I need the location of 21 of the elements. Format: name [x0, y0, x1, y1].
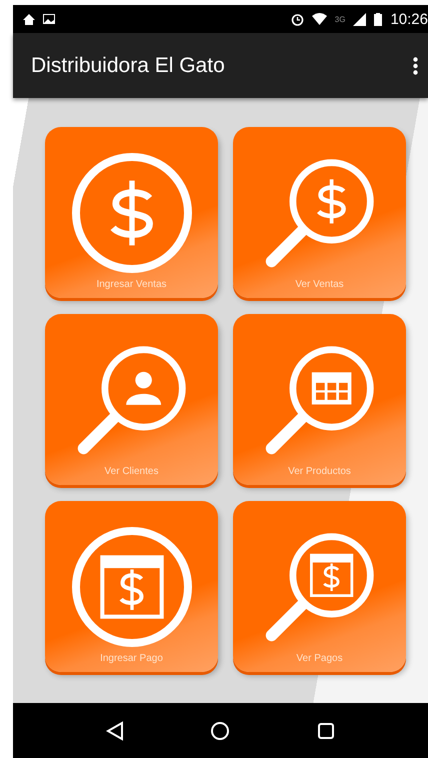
menu-tile[interactable]: Ver Productos	[233, 314, 406, 485]
image-icon	[43, 14, 55, 24]
app-title: Distribuidora El Gato	[31, 54, 226, 78]
battery-icon	[374, 12, 382, 26]
coin-bill-icon	[70, 525, 194, 649]
signal-icon	[353, 12, 366, 26]
menu-tile[interactable]: Ingresar Ventas	[45, 127, 218, 298]
status-time: 10:26	[390, 10, 428, 28]
menu-tile[interactable]: Ver Clientes	[45, 314, 218, 485]
menu-tile[interactable]: Ver Pagos	[233, 501, 406, 672]
home-icon	[23, 14, 35, 24]
home-icon[interactable]	[210, 720, 230, 740]
recents-icon[interactable]	[316, 722, 335, 740]
overflow-menu-icon[interactable]	[413, 56, 418, 74]
menu-tile[interactable]: Ingresar Pago	[45, 501, 218, 672]
alarm-icon	[290, 12, 304, 26]
back-icon[interactable]	[106, 720, 124, 740]
menu-tile[interactable]: Ver Ventas	[233, 127, 406, 298]
coin-dollar-icon	[70, 151, 194, 275]
network-label: 3G	[334, 14, 346, 24]
wifi-icon	[312, 13, 327, 25]
